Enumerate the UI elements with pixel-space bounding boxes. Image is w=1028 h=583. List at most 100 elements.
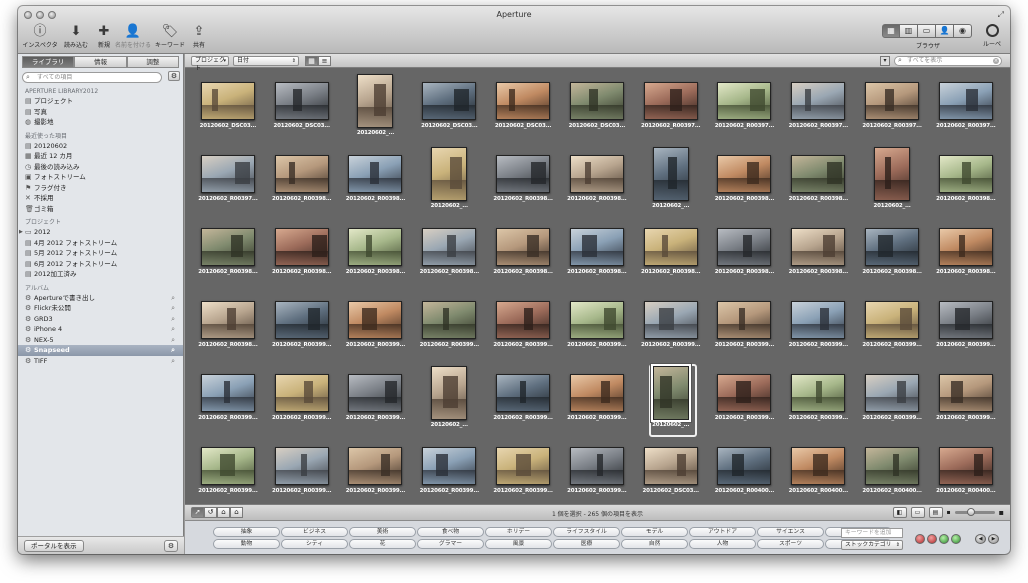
photo-thumbnail[interactable]: 20120602_DSC03... (191, 74, 265, 147)
green-label-icon[interactable] (951, 534, 961, 544)
photo-thumbnail[interactable]: 20120602_R00399... (560, 366, 634, 439)
photo-thumbnail[interactable]: 20120602_R00398... (560, 147, 634, 220)
photo-image[interactable] (791, 447, 846, 485)
photo-thumbnail[interactable]: 20120602_R00399... (339, 293, 413, 366)
photo-thumbnail[interactable]: 20120602_R00397... (634, 74, 708, 147)
smart-search-icon[interactable]: ⌕ (171, 303, 175, 314)
sidebar-item-trash[interactable]: 🗑 ゴミ箱 (18, 204, 183, 215)
tab-info[interactable]: 情報 (74, 56, 127, 68)
photo-thumbnail[interactable]: 20120602_... (634, 364, 708, 439)
photo-thumbnail[interactable]: 20120602_R00398... (781, 147, 855, 220)
photo-image[interactable] (717, 447, 772, 485)
photo-thumbnail[interactable]: 20120602_... (855, 147, 929, 220)
photo-thumbnail[interactable]: 20120602_R00400... (708, 439, 782, 512)
photo-image[interactable] (200, 155, 255, 193)
photo-image[interactable] (652, 366, 689, 420)
photo-image[interactable] (938, 301, 993, 339)
photo-image[interactable] (865, 301, 920, 339)
photo-thumbnail[interactable]: 20120602_R00399... (486, 293, 560, 366)
photo-thumbnail[interactable]: 20120602_R00398... (486, 147, 560, 220)
photo-thumbnail[interactable]: 20120602_R00399... (339, 366, 413, 439)
photo-image[interactable] (200, 374, 255, 412)
keyword-button[interactable]: シティ (281, 539, 348, 549)
photo-thumbnail[interactable]: 20120602_R00399... (855, 366, 929, 439)
photo-thumbnail[interactable]: 20120602_DSC03... (412, 74, 486, 147)
keyword-button[interactable]: 美術 (349, 527, 416, 537)
name-button[interactable]: 👤 名前を付ける (115, 23, 151, 49)
photo-thumbnail[interactable]: 20120602_R00397... (708, 74, 782, 147)
slider-knob[interactable] (966, 508, 975, 516)
photo-image[interactable] (200, 447, 255, 485)
photo-image[interactable] (717, 82, 772, 120)
sidebar-item-album-grd3[interactable]: ⚙ GRD3 ⌕ (18, 314, 183, 325)
photo-image[interactable] (865, 82, 920, 120)
photo-image[interactable] (422, 82, 477, 120)
photo-thumbnail[interactable]: 20120602_R00397... (929, 74, 1003, 147)
photo-thumbnail[interactable]: 20120602_R00399... (634, 293, 708, 366)
project-popup[interactable]: プロジェクト ▾ (191, 56, 229, 72)
photo-thumbnail[interactable]: 20120602_R00398... (339, 220, 413, 293)
photo-image[interactable] (348, 374, 403, 412)
viewer-mode-icon[interactable]: ▭ (910, 507, 925, 518)
photo-image[interactable] (938, 82, 993, 120)
photo-thumbnail[interactable]: 20120602_DSC03... (560, 74, 634, 147)
sidebar-item-places[interactable]: ◍ 撮影地 (18, 117, 183, 128)
filmstrip-icon[interactable]: ▤ (928, 507, 943, 518)
fullscreen-icon[interactable]: ⤢ (998, 10, 1004, 20)
photo-image[interactable] (791, 301, 846, 339)
photo-image[interactable] (791, 82, 846, 120)
tab-adjust[interactable]: 調整 (126, 56, 179, 68)
photo-image[interactable] (717, 301, 772, 339)
smart-search-icon[interactable]: ⌕ (171, 335, 175, 346)
photo-image[interactable] (865, 374, 920, 412)
keyword-button[interactable]: サイエンス (757, 527, 824, 537)
photo-image[interactable] (643, 447, 698, 485)
photo-image[interactable] (569, 82, 624, 120)
photo-thumbnail[interactable]: 20120602_R00399... (486, 439, 560, 512)
photo-image[interactable] (938, 155, 993, 193)
photo-thumbnail[interactable]: 20120602_R00399... (708, 366, 782, 439)
photo-thumbnail[interactable]: 20120602_R00398... (929, 220, 1003, 293)
keyword-button[interactable]: 自然 (621, 539, 688, 549)
photo-thumbnail[interactable]: 20120602_R00399... (191, 366, 265, 439)
library-action-gear-icon[interactable]: ⚙ (168, 71, 180, 81)
photo-image[interactable] (791, 228, 846, 266)
photo-image[interactable] (200, 82, 255, 120)
photo-image[interactable] (874, 147, 911, 201)
sidebar-item-album-tiff[interactable]: ⚙ TIFF ⌕ (18, 356, 183, 367)
photo-image[interactable] (274, 228, 329, 266)
photo-image[interactable] (274, 301, 329, 339)
photo-thumbnail[interactable]: 20120602_R00398... (560, 220, 634, 293)
sidebar-item-photostream[interactable]: ▣ フォトストリーム (18, 172, 183, 183)
grid-icon[interactable]: ▦ (305, 56, 318, 66)
photo-image[interactable] (274, 374, 329, 412)
photo-thumbnail[interactable]: 20120602_R00398... (855, 220, 929, 293)
thumbnail-size-slider[interactable] (954, 508, 995, 516)
sidebar-item-folder-2012[interactable]: ▶ ▭ 2012 (18, 227, 183, 238)
photo-thumbnail[interactable]: 20120602_R00400... (781, 439, 855, 512)
photo-thumbnail[interactable]: 20120602_R00399... (560, 439, 634, 512)
sidebar-item-20120602[interactable]: ▤ 20120602 (18, 141, 183, 152)
photo-image[interactable] (348, 228, 403, 266)
next-set-icon[interactable]: ▶ (988, 534, 999, 544)
photo-image[interactable] (569, 155, 624, 193)
share-button[interactable]: ⇪ 共有 (181, 23, 217, 49)
keyword-button[interactable]: モデル (621, 527, 688, 537)
photo-thumbnail[interactable]: 20120602_R00399... (486, 366, 560, 439)
browser-search-input[interactable]: ⌕ すべてを表示 × (894, 56, 1002, 66)
keyword-button[interactable]: ビジネス (281, 527, 348, 537)
keyword-button[interactable]: 風景 (485, 539, 552, 549)
photo-image[interactable] (431, 147, 468, 201)
photo-image[interactable] (496, 155, 551, 193)
photo-image[interactable] (569, 447, 624, 485)
photo-thumbnail[interactable]: 20120602_R00399... (412, 293, 486, 366)
smart-search-icon[interactable]: ⌕ (171, 314, 175, 325)
photo-thumbnail[interactable]: 20120602_... (634, 147, 708, 220)
photo-image[interactable] (422, 228, 477, 266)
photo-thumbnail[interactable]: 20120602_... (412, 366, 486, 439)
faces-icon[interactable]: 👤 (936, 24, 954, 38)
photo-thumbnail[interactable]: 20120602_R00398... (486, 220, 560, 293)
photo-thumbnail[interactable]: 20120602_DSC03... (265, 74, 339, 147)
sidebar-item-album-iphone4[interactable]: ⚙ iPhone 4 ⌕ (18, 324, 183, 335)
keyword-button[interactable]: ホリデー (485, 527, 552, 537)
